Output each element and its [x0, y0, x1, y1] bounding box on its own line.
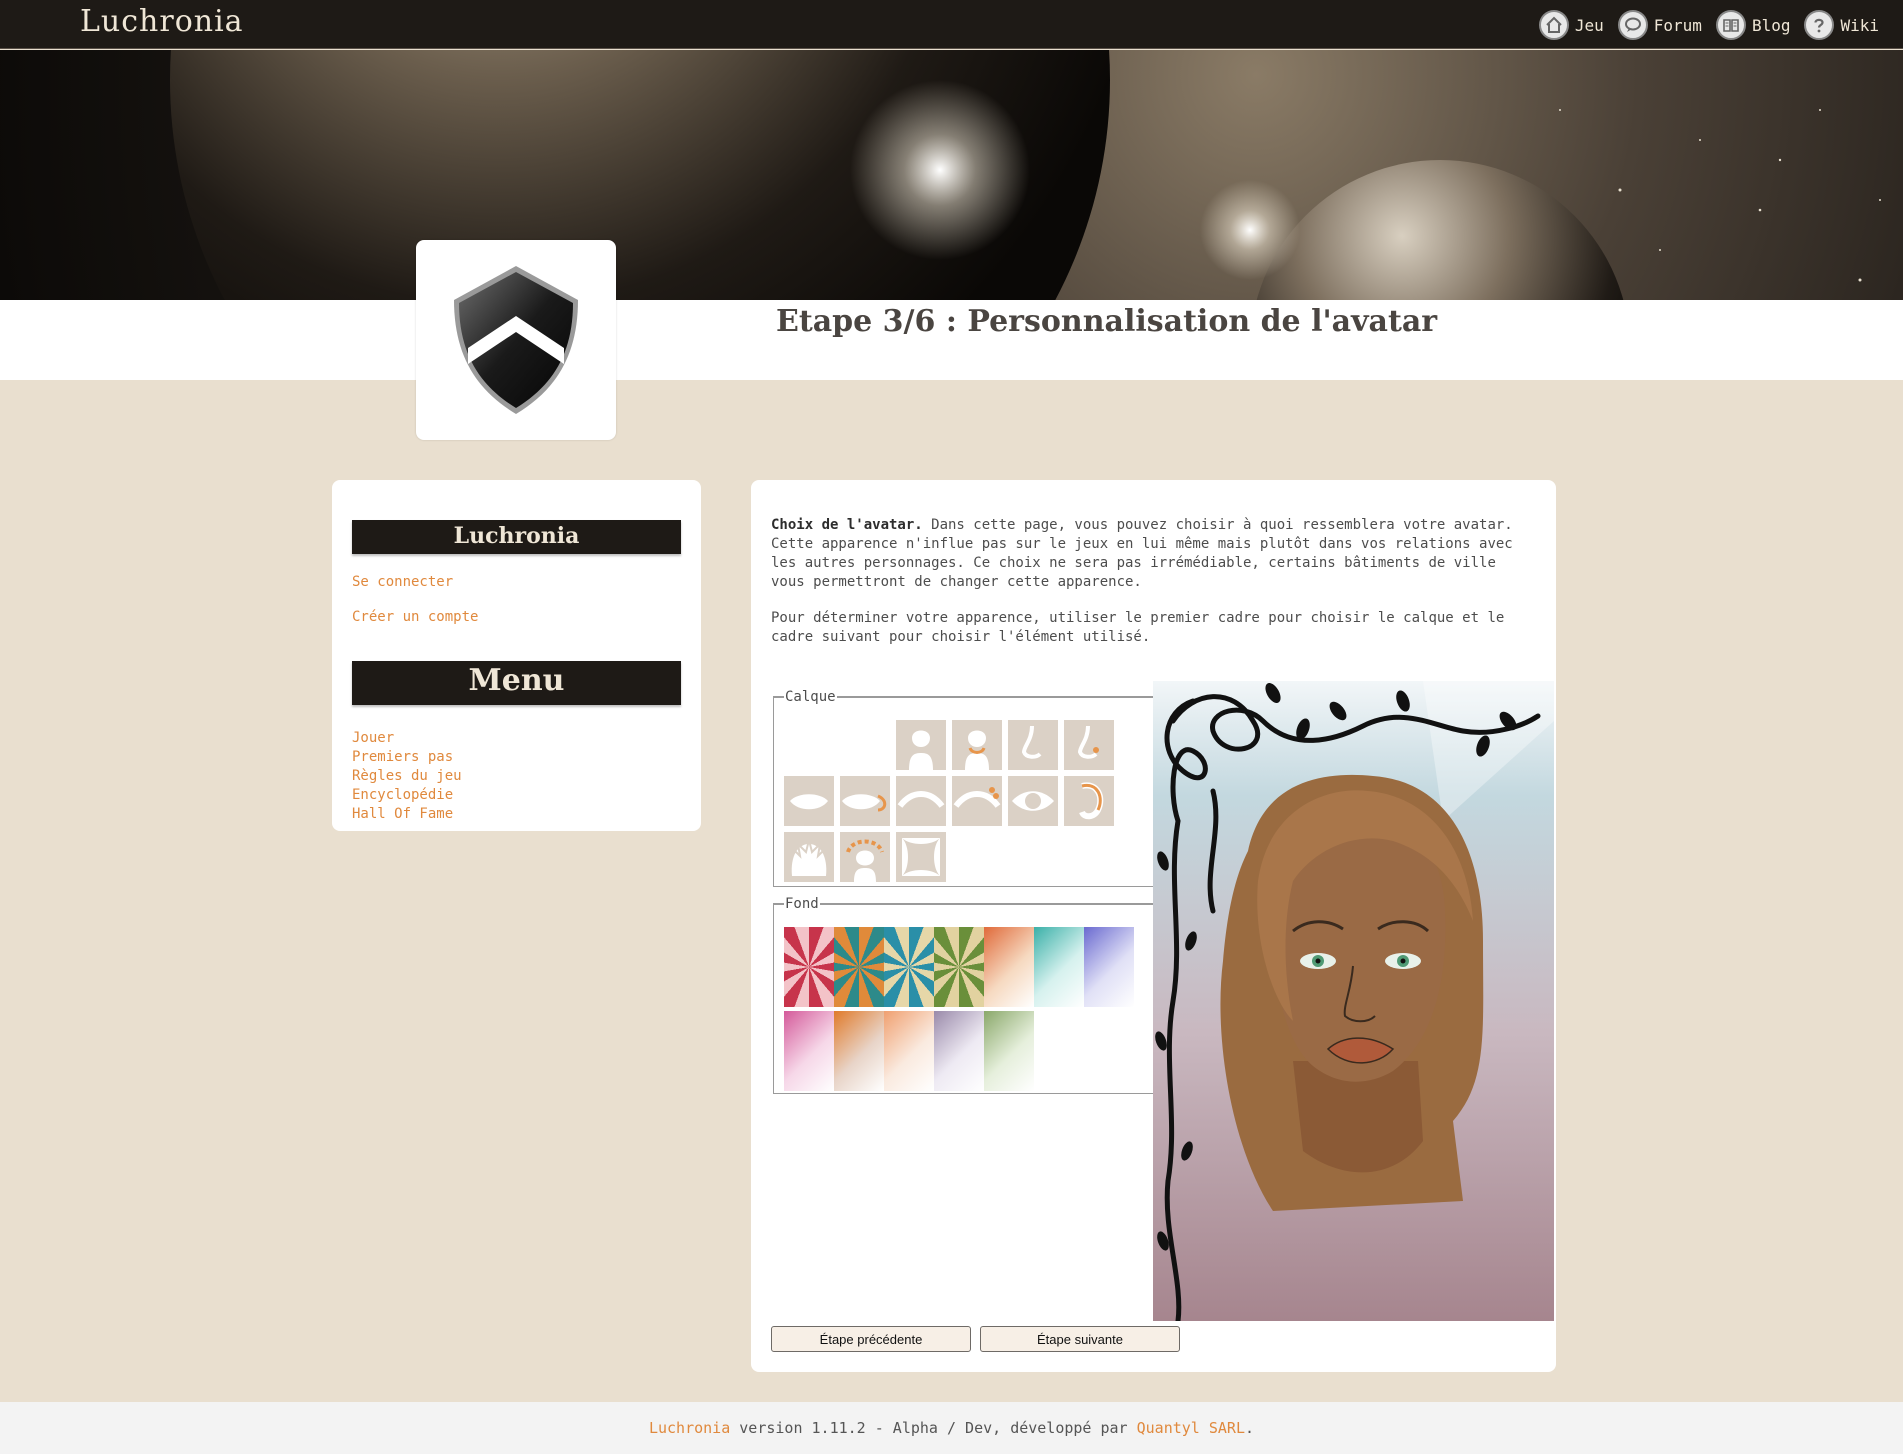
intro-text: Choix de l'avatar. Dans cette page, vous… — [771, 516, 1531, 647]
menu-link-regles[interactable]: Règles du jeu — [352, 767, 681, 786]
calque-tile-head[interactable] — [896, 720, 946, 770]
fond-swatch-10[interactable] — [884, 1011, 934, 1091]
intro-bold: Choix de l'avatar. — [771, 517, 923, 533]
footer: Luchronia version 1.11.2 - Alpha / Dev, … — [0, 1402, 1903, 1454]
menu-links: Jouer Premiers pas Règles du jeu Encyclo… — [352, 729, 681, 824]
site-title[interactable]: Luchronia — [80, 4, 244, 39]
calque-legend: Calque — [785, 689, 836, 705]
fond-swatch-11[interactable] — [934, 1011, 984, 1091]
top-navigation: Jeu Forum Blog Wiki — [1538, 10, 1879, 40]
calque-tile-neck[interactable] — [952, 720, 1002, 770]
calque-tile-lips[interactable] — [784, 776, 834, 826]
book-icon — [1715, 10, 1746, 40]
avatar-preview — [1153, 681, 1554, 1321]
calque-tile-eyebrow[interactable] — [896, 776, 946, 826]
intro-paragraph-2: Pour déterminer votre apparence, utilise… — [771, 610, 1505, 645]
nav-link-forum[interactable]: Forum — [1617, 10, 1702, 40]
nav-link-jeu[interactable]: Jeu — [1538, 10, 1604, 40]
speech-bubble-icon — [1617, 10, 1648, 40]
planet-right — [1256, 160, 1624, 300]
calque-tile-frame[interactable] — [896, 832, 946, 882]
fond-legend: Fond — [785, 896, 819, 912]
fond-swatch-12[interactable] — [984, 1011, 1034, 1091]
footer-end-text: . — [1245, 1419, 1255, 1437]
calque-tile-ear[interactable] — [1064, 776, 1114, 826]
calque-tile-eyebrow-piercing[interactable] — [952, 776, 1002, 826]
calque-tile-nose-piercing[interactable] — [1064, 720, 1114, 770]
calque-fieldset: Calque — [773, 689, 1161, 887]
previous-step-button[interactable]: Étape précédente — [771, 1326, 971, 1352]
calque-tile-hair[interactable] — [784, 832, 834, 882]
menu-heading: Menu — [352, 661, 681, 705]
fond-swatch-1[interactable] — [784, 927, 834, 1007]
fond-swatch-5[interactable] — [984, 927, 1034, 1007]
calque-tile-nose[interactable] — [1008, 720, 1058, 770]
question-icon — [1804, 10, 1835, 40]
footer-quantyl-link[interactable]: Quantyl SARL — [1137, 1419, 1245, 1437]
nav-label-blog: Blog — [1751, 15, 1791, 35]
menu-link-encyclopedie[interactable]: Encyclopédie — [352, 786, 681, 805]
intro-paragraph: Choix de l'avatar. Dans cette page, vous… — [771, 516, 1531, 592]
calque-tile-lips-piercing[interactable] — [840, 776, 890, 826]
banner-image — [0, 50, 1903, 300]
fond-swatch-2[interactable] — [834, 927, 884, 1007]
menu-link-premiers-pas[interactable]: Premiers pas — [352, 748, 681, 767]
fond-swatch-4[interactable] — [934, 927, 984, 1007]
menu-link-jouer[interactable]: Jouer — [352, 729, 681, 748]
fond-swatch-9[interactable] — [834, 1011, 884, 1091]
fond-swatch-8[interactable] — [784, 1011, 834, 1091]
nav-link-blog[interactable]: Blog — [1715, 10, 1791, 40]
main-panel: Choix de l'avatar. Dans cette page, vous… — [751, 480, 1556, 1372]
menu-link-hall-of-fame[interactable]: Hall Of Fame — [352, 805, 681, 824]
nav-label-jeu: Jeu — [1574, 15, 1604, 35]
create-account-link[interactable]: Créer un compte — [352, 609, 681, 644]
shield-logo-icon — [454, 266, 578, 414]
calque-tile-eye[interactable] — [1008, 776, 1058, 826]
fond-swatch-7[interactable] — [1084, 927, 1134, 1007]
login-links: Se connecter Créer un compte — [352, 574, 681, 644]
calque-tile-hair-accessory[interactable] — [840, 832, 890, 882]
fond-fieldset: Fond — [773, 896, 1161, 1094]
top-bar: Luchronia Jeu Forum Blog Wiki — [0, 0, 1903, 49]
page-title: Etape 3/6 : Personnalisation de l'avatar — [776, 304, 1438, 339]
login-link[interactable]: Se connecter — [352, 574, 681, 609]
home-icon — [1538, 10, 1569, 40]
nav-label-forum: Forum — [1653, 15, 1702, 35]
footer-version-text: version 1.11.2 - Alpha / Dev, développé … — [730, 1419, 1137, 1437]
nav-link-wiki[interactable]: Wiki — [1804, 10, 1879, 40]
sidebar-heading: Luchronia — [352, 520, 681, 554]
calque-tile-blank[interactable] — [840, 720, 890, 770]
sidebar: Luchronia Se connecter Créer un compte M… — [332, 480, 701, 831]
fond-swatch-3[interactable] — [884, 927, 934, 1007]
logo-card — [416, 240, 616, 440]
fond-swatch-6[interactable] — [1034, 927, 1084, 1007]
footer-luchronia-link[interactable]: Luchronia — [649, 1419, 730, 1437]
next-step-button[interactable]: Étape suivante — [980, 1326, 1180, 1352]
nav-label-wiki: Wiki — [1840, 15, 1879, 35]
